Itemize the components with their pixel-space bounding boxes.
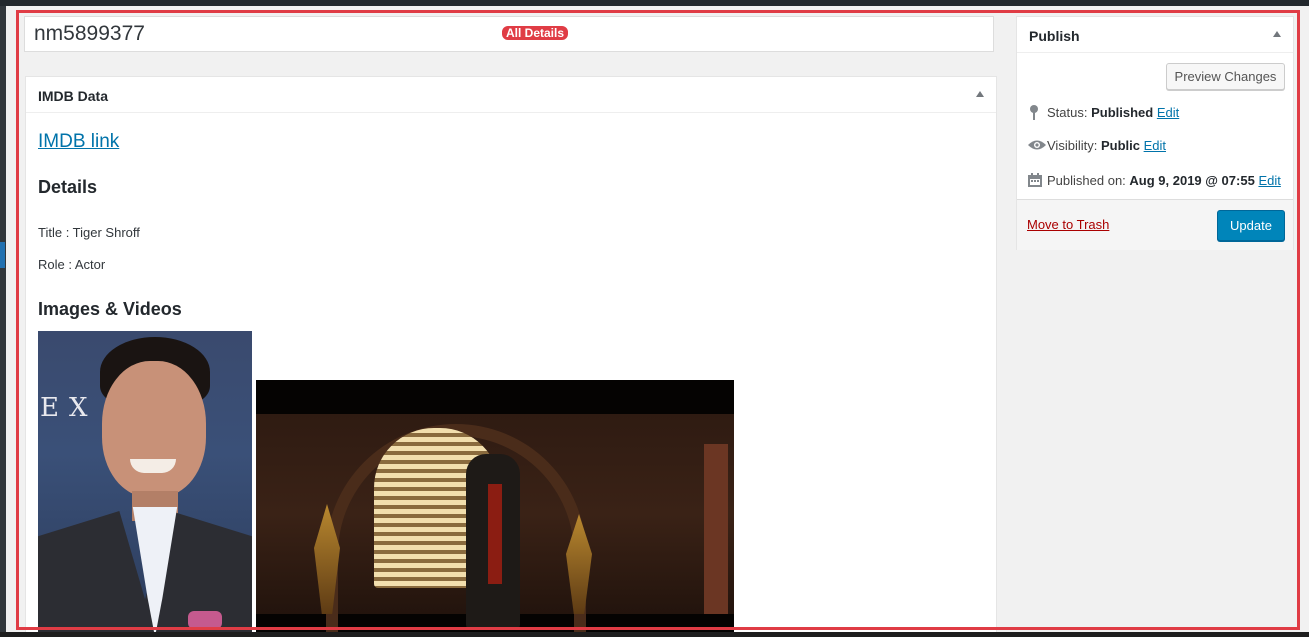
visibility-row: Visibility: Public Edit — [1027, 138, 1166, 155]
publish-title: Publish — [1029, 28, 1080, 44]
update-button[interactable]: Update — [1217, 210, 1285, 241]
imdb-data-metabox: IMDB Data IMDB link Details Title : Tige… — [25, 76, 997, 637]
imdb-metabox-title: IMDB Data — [38, 88, 109, 104]
triangle-up-icon[interactable] — [976, 91, 984, 97]
eye-icon — [1027, 138, 1047, 155]
pin-icon — [1027, 104, 1047, 123]
backdrop-letters: EX — [40, 393, 98, 423]
imdb-metabox-header[interactable]: IMDB Data — [26, 77, 996, 113]
status-label: Status: — [1047, 104, 1088, 120]
bottom-bar — [0, 632, 1309, 637]
visibility-label: Visibility: — [1047, 138, 1098, 153]
status-row: Status: Published Edit — [1027, 104, 1179, 123]
imdb-link[interactable]: IMDB link — [38, 131, 119, 153]
visibility-edit-link[interactable]: Edit — [1144, 138, 1166, 153]
admin-top-bar — [0, 0, 1309, 6]
role-line: Role : Actor — [38, 257, 106, 272]
video-thumbnail[interactable] — [256, 380, 734, 637]
calendar-icon — [1027, 172, 1047, 191]
move-to-trash-link[interactable]: Move to Trash — [1027, 217, 1109, 232]
published-on-edit-link[interactable]: Edit — [1258, 173, 1280, 188]
details-heading: Details — [38, 177, 98, 197]
publish-header[interactable]: Publish — [1017, 17, 1293, 53]
publish-actions: Move to Trash Update — [1017, 199, 1293, 250]
status-edit-link[interactable]: Edit — [1157, 105, 1179, 120]
published-on-value: Aug 9, 2019 @ 07:55 — [1129, 172, 1255, 188]
actor-portrait-image: EX — [38, 331, 252, 637]
active-menu-marker — [0, 242, 5, 268]
preview-changes-button[interactable]: Preview Changes — [1166, 63, 1285, 90]
title-line: Title : Tiger Shroff — [38, 225, 140, 240]
admin-side-strip — [0, 6, 6, 637]
annotation-label: All Details — [501, 25, 570, 41]
triangle-up-icon[interactable] — [1273, 31, 1281, 37]
status-value: Published — [1091, 104, 1154, 120]
visibility-value: Public — [1100, 138, 1140, 153]
published-on-row: Published on: Aug 9, 2019 @ 07:55 Edit — [1027, 172, 1281, 191]
published-on-label: Published on: — [1047, 172, 1126, 188]
images-videos-heading: Images & Videos — [38, 299, 182, 319]
publish-metabox: Publish Preview Changes Status: Publishe… — [1016, 16, 1294, 250]
